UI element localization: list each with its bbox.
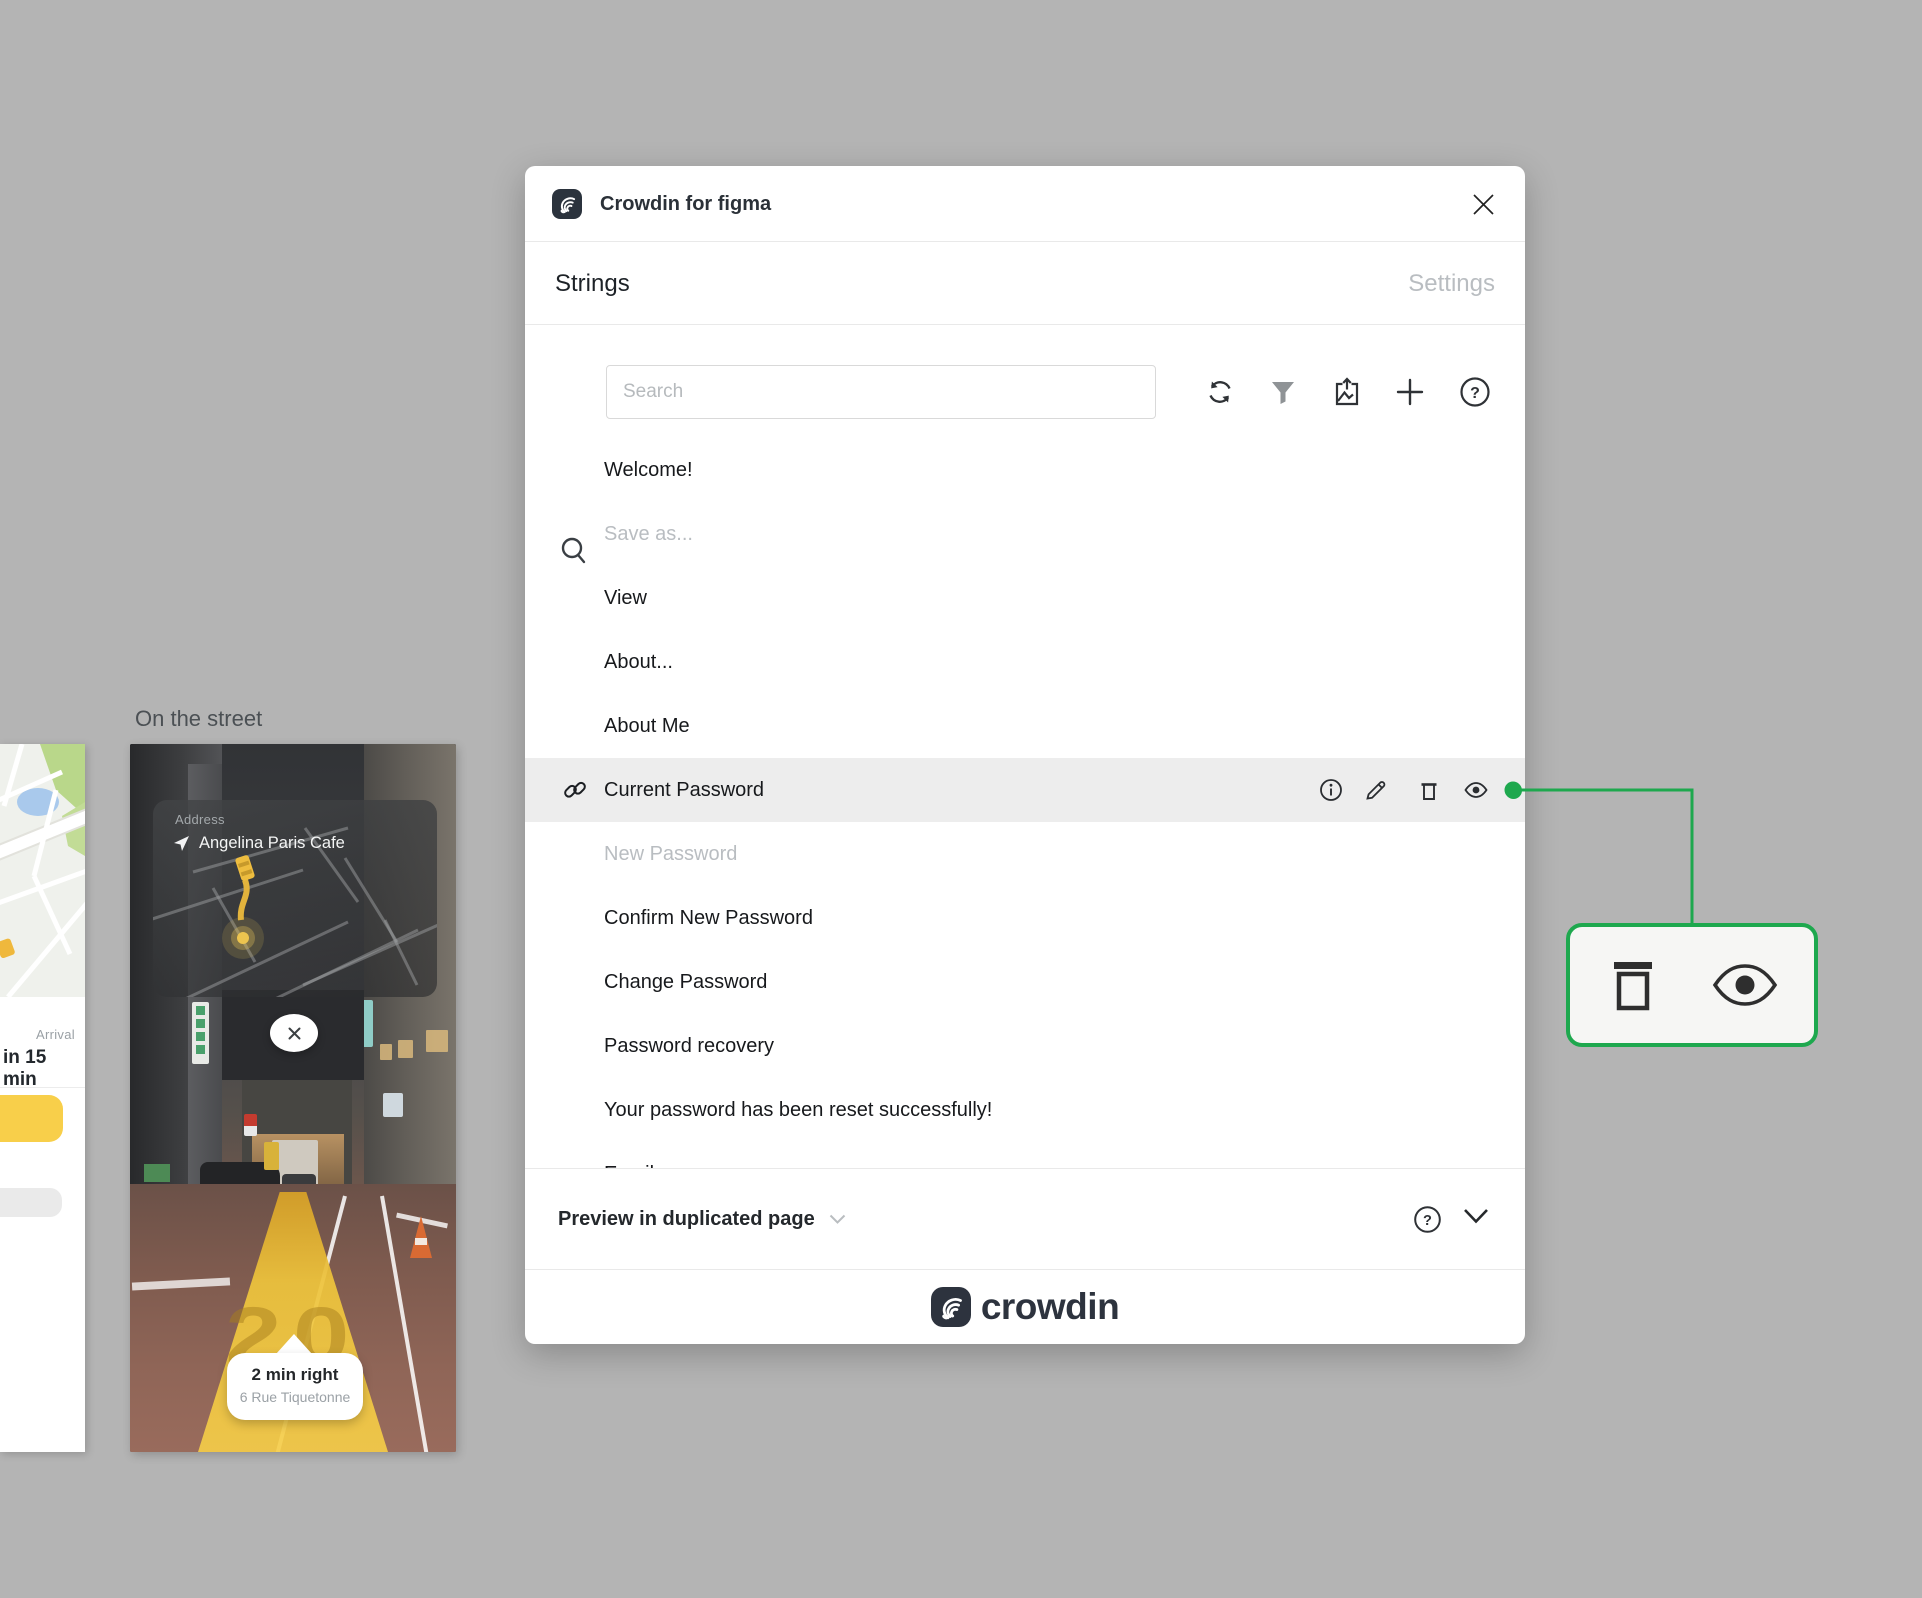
direction-card: 2 min right 6 Rue Tiquetonne — [227, 1353, 363, 1420]
preview-mode-select[interactable]: Preview in duplicated page — [558, 1169, 846, 1270]
address-card: Address Angelina Paris Cafe — [153, 800, 437, 997]
add-icon[interactable] — [1393, 375, 1427, 409]
link-icon — [563, 778, 587, 802]
crowdin-plugin-window: Crowdin for figma Strings Settings Searc… — [525, 166, 1525, 1344]
signboard — [264, 1142, 279, 1170]
preview-bar: Preview in duplicated page ? — [525, 1168, 1525, 1269]
string-row[interactable]: About... — [525, 630, 1525, 694]
svg-text:?: ? — [1423, 1213, 1432, 1229]
string-row-clipped[interactable]: Email — [525, 1142, 1525, 1169]
preview-eye-icon[interactable] — [1464, 778, 1488, 802]
preview-eye-icon[interactable] — [1712, 963, 1778, 1007]
arrival-time: in 15 min — [3, 1047, 47, 1090]
artboard-map-view: Arrival in 15 min — [0, 744, 85, 1452]
signboard — [383, 1093, 403, 1117]
map-image — [0, 744, 85, 997]
string-row[interactable]: Welcome! — [525, 438, 1525, 502]
delete-icon[interactable] — [1417, 778, 1441, 802]
string-row[interactable]: Your password has been reset successfull… — [525, 1078, 1525, 1142]
collapse-chevron-icon[interactable] — [1463, 1208, 1489, 1224]
help-icon[interactable]: ? — [1412, 1204, 1443, 1235]
string-row[interactable]: About Me — [525, 694, 1525, 758]
route-line — [237, 878, 250, 921]
search-input[interactable] — [606, 365, 1156, 419]
plugin-title: Crowdin for figma — [600, 192, 772, 215]
row-actions-callout — [1566, 923, 1818, 1047]
direction-street: 6 Rue Tiquetonne — [239, 1389, 351, 1405]
crowdin-wordmark: crowdin — [980, 1286, 1120, 1327]
string-row[interactable]: Password recovery — [525, 1014, 1525, 1078]
signboard — [244, 1114, 257, 1136]
string-row[interactable]: Confirm New Password — [525, 886, 1525, 950]
signboard — [192, 1002, 209, 1064]
string-row[interactable]: Save as... — [525, 502, 1525, 566]
crowdin-logo — [930, 1287, 971, 1327]
primary-action-button[interactable] — [0, 1095, 63, 1142]
filter-icon[interactable] — [1266, 375, 1300, 409]
delete-icon[interactable] — [1606, 956, 1660, 1014]
connector-dot — [1505, 782, 1522, 799]
traffic-cone — [410, 1216, 432, 1258]
string-row[interactable]: New Password — [525, 822, 1525, 886]
toolbar: ? — [525, 325, 1525, 564]
info-icon[interactable] — [1319, 778, 1343, 802]
figma-canvas: Arrival in 15 min On the street 20 Addre… — [0, 0, 1922, 1598]
artboard-title[interactable]: On the street — [135, 706, 262, 732]
export-image-icon[interactable] — [1330, 375, 1364, 409]
divider — [0, 1087, 85, 1088]
address-value: Angelina Paris Cafe — [199, 834, 345, 852]
plugin-header: Crowdin for figma — [525, 166, 1525, 242]
plugin-tabs: Strings Settings — [525, 242, 1525, 325]
artboard-street-view: 20 Address Angelina Paris Cafe 2 min rig… — [130, 744, 456, 1452]
chevron-down-icon — [829, 1214, 845, 1224]
mini-map — [153, 826, 437, 997]
crowdin-logo — [552, 189, 582, 219]
plugin-footer: crowdin — [525, 1269, 1525, 1344]
close-plugin-button[interactable] — [1467, 188, 1499, 220]
help-icon[interactable]: ? — [1458, 375, 1492, 409]
string-row[interactable]: View — [525, 566, 1525, 630]
address-label: Address — [175, 812, 225, 827]
close-icon — [1472, 193, 1494, 215]
arrival-label: Arrival — [36, 1027, 75, 1042]
map-graphic — [0, 744, 85, 997]
edit-icon[interactable] — [1364, 778, 1388, 802]
svg-text:?: ? — [1470, 385, 1480, 402]
string-row-selected[interactable]: Current Password — [525, 758, 1525, 822]
sync-icon[interactable] — [1203, 375, 1237, 409]
tab-strings[interactable]: Strings — [555, 242, 630, 325]
close-ar-button[interactable] — [270, 1014, 318, 1052]
direction-title: 2 min right — [251, 1365, 339, 1384]
ride-bottom-sheet: Arrival in 15 min — [0, 997, 85, 1452]
tab-settings[interactable]: Settings — [1408, 242, 1495, 325]
string-row[interactable]: Change Password — [525, 950, 1525, 1014]
taxi-marker — [235, 855, 255, 881]
strings-list: Welcome! Save as... View About... About … — [525, 438, 1525, 1168]
secondary-action-button[interactable] — [0, 1188, 62, 1217]
close-icon — [288, 1027, 300, 1039]
navigation-arrow-icon — [174, 836, 189, 851]
